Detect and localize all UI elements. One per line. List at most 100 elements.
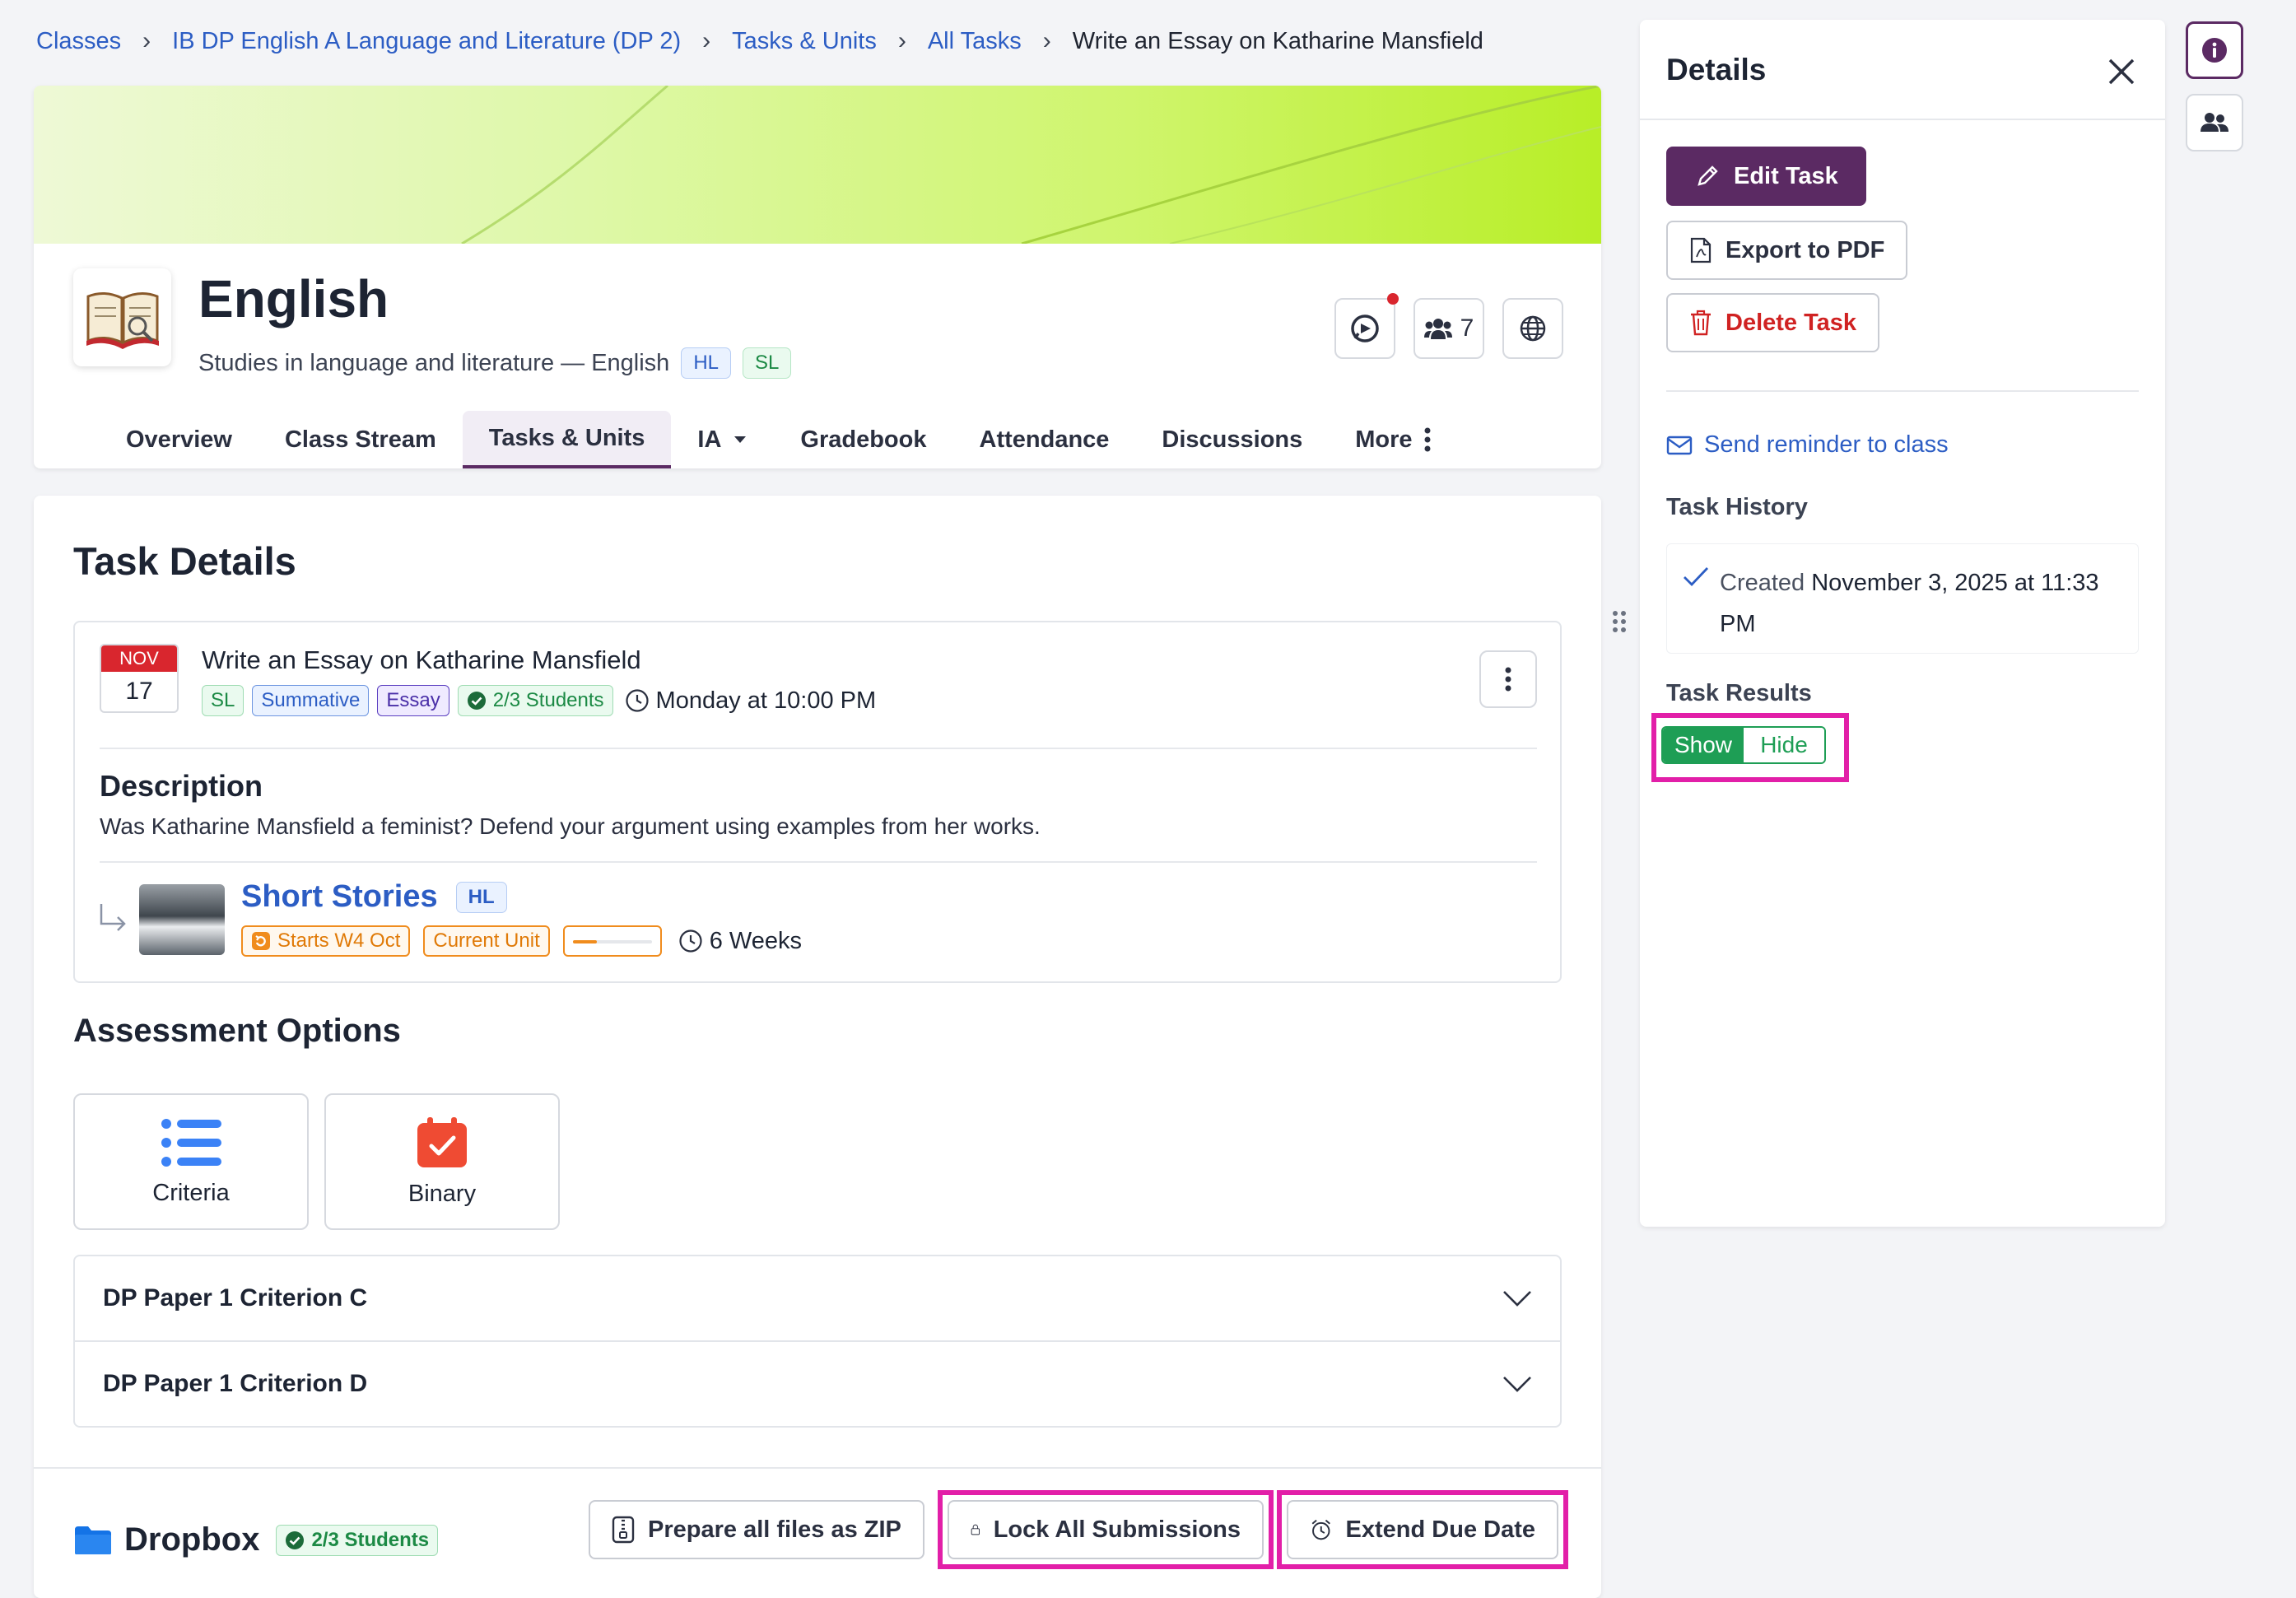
class-language-button[interactable] — [1502, 298, 1563, 359]
description-heading: Description — [100, 769, 263, 803]
criterion-row[interactable]: DP Paper 1 Criterion C — [73, 1255, 1562, 1342]
description-text: Was Katharine Mansfield a feminist? Defe… — [100, 813, 1041, 839]
task-title: Write an Essay on Katharine Mansfield — [202, 645, 641, 674]
trash-icon — [1691, 310, 1711, 336]
assessment-option-binary[interactable]: Binary — [324, 1093, 560, 1230]
divider — [100, 861, 1537, 863]
breadcrumb-classes[interactable]: Classes — [36, 28, 121, 55]
folder-icon — [75, 1526, 111, 1554]
calendar-check-icon — [417, 1116, 467, 1167]
chevron-right-icon: › — [1042, 27, 1051, 54]
task-level-tag: SL — [202, 685, 245, 716]
breadcrumb-class[interactable]: IB DP English A Language and Literature … — [172, 28, 681, 55]
lock-submissions-button[interactable]: Lock All Submissions — [948, 1500, 1264, 1559]
chat-icon — [1351, 314, 1379, 342]
class-subtitle: Studies in language and literature — Eng… — [198, 349, 670, 376]
toggle-hide[interactable]: Hide — [1744, 728, 1824, 762]
subdirectory-arrow-icon — [96, 902, 129, 936]
class-subtitle-row: Studies in language and literature — Eng… — [198, 347, 792, 379]
breadcrumb-all-tasks[interactable]: All Tasks — [928, 28, 1022, 55]
tab-more[interactable]: More — [1329, 411, 1456, 468]
notification-dot — [1387, 293, 1399, 305]
divider — [100, 748, 1537, 749]
class-chat-button[interactable] — [1334, 293, 1399, 359]
lock-icon — [971, 1524, 980, 1535]
criterion-label: DP Paper 1 Criterion D — [103, 1370, 368, 1397]
banner-decoration — [461, 86, 1601, 244]
tab-tasks-units[interactable]: Tasks & Units — [462, 411, 672, 468]
alarm-clock-icon — [1311, 1519, 1330, 1540]
class-tabs: Overview Class Stream Tasks & Units IA G… — [100, 411, 1457, 468]
assessment-option-criteria[interactable]: Criteria — [73, 1093, 309, 1230]
class-members-button[interactable]: 7 — [1413, 298, 1484, 359]
export-pdf-button[interactable]: Export to PDF — [1666, 221, 1908, 280]
task-results-title: Task Results — [1666, 680, 1812, 706]
task-summary-box: NOV 17 Write an Essay on Katharine Mansf… — [73, 621, 1562, 983]
task-history-entry: Created November 3, 2025 at 11:33 PM — [1720, 570, 2099, 637]
close-icon — [2108, 58, 2135, 85]
info-panel-button[interactable] — [2186, 21, 2243, 79]
tab-class-stream[interactable]: Class Stream — [258, 411, 463, 468]
class-header-card: English Studies in language and literatu… — [34, 86, 1601, 468]
info-icon — [2202, 38, 2227, 63]
dropbox-title-row: Dropbox 2/3 Students — [73, 1521, 439, 1558]
check-circle-icon — [286, 1530, 305, 1549]
clock-icon — [625, 689, 649, 712]
task-category-tag: Essay — [377, 685, 449, 716]
tab-overview[interactable]: Overview — [100, 411, 258, 468]
task-students-tag: 2/3 Students — [457, 685, 613, 716]
globe-icon — [1520, 315, 1546, 342]
due-month: NOV — [101, 645, 177, 672]
pdf-file-icon — [1690, 237, 1712, 263]
extend-due-date-highlight: Extend Due Date — [1277, 1490, 1568, 1569]
task-results-toggle[interactable]: Show Hide — [1661, 726, 1826, 764]
tab-ia[interactable]: IA — [671, 411, 774, 468]
breadcrumb-tasks-units[interactable]: Tasks & Units — [732, 28, 877, 55]
check-icon — [1684, 567, 1709, 587]
edit-task-button[interactable]: Edit Task — [1666, 147, 1866, 206]
details-header: Details — [1640, 20, 2165, 120]
unit-status-tag: Current Unit — [423, 925, 550, 957]
lock-submissions-highlight: Lock All Submissions — [938, 1490, 1274, 1569]
tab-attendance[interactable]: Attendance — [953, 411, 1136, 468]
clock-icon — [679, 929, 702, 953]
send-reminder-link[interactable]: Send reminder to class — [1666, 431, 1949, 459]
chevron-down-icon — [1503, 1377, 1531, 1392]
task-options-button[interactable] — [1479, 650, 1537, 708]
panel-resize-handle[interactable] — [1612, 609, 1627, 638]
task-details-card: Task Details NOV 17 Write an Essay on Ka… — [34, 496, 1601, 1598]
unit-duration: 6 Weeks — [678, 928, 802, 955]
prepare-zip-button[interactable]: Prepare all files as ZIP — [589, 1500, 924, 1559]
drag-handle-icon — [1613, 611, 1626, 632]
unit-thumbnail[interactable] — [139, 884, 225, 955]
users-icon — [1423, 319, 1452, 339]
class-banner — [34, 86, 1601, 244]
unit-progress-bar — [562, 925, 662, 957]
members-count: 7 — [1460, 314, 1474, 342]
chevron-right-icon: › — [897, 27, 906, 54]
extend-due-date-button[interactable]: Extend Due Date — [1287, 1500, 1558, 1559]
due-day: 17 — [125, 678, 153, 705]
unit-title-link[interactable]: Short Stories — [241, 879, 438, 915]
members-panel-button[interactable] — [2186, 94, 2243, 151]
chevron-down-icon — [1503, 1291, 1531, 1307]
tab-discussions[interactable]: Discussions — [1135, 411, 1329, 468]
dropbox-section: Dropbox 2/3 Students Prepare all files a… — [34, 1467, 1601, 1598]
calendar-refresh-icon — [252, 932, 270, 950]
unit-tags: Starts W4 Oct Current Unit 6 Weeks — [241, 925, 802, 957]
task-due: Monday at 10:00 PM — [625, 687, 876, 715]
criterion-row[interactable]: DP Paper 1 Criterion D — [73, 1340, 1562, 1428]
level-badge-sl: SL — [743, 347, 792, 379]
mail-icon — [1666, 436, 1693, 454]
zip-file-icon — [612, 1516, 635, 1544]
task-history-box: Created November 3, 2025 at 11:33 PM — [1666, 543, 2139, 654]
divider — [1666, 390, 2139, 392]
unit-start-tag: Starts W4 Oct — [241, 925, 411, 957]
tab-gradebook[interactable]: Gradebook — [774, 411, 952, 468]
close-details-button[interactable] — [2101, 51, 2142, 92]
due-date-badge: NOV 17 — [100, 644, 179, 713]
delete-task-button[interactable]: Delete Task — [1666, 293, 1880, 352]
dropbox-title: Dropbox — [124, 1521, 260, 1558]
more-vertical-icon — [1424, 427, 1431, 452]
toggle-show[interactable]: Show — [1663, 728, 1744, 762]
